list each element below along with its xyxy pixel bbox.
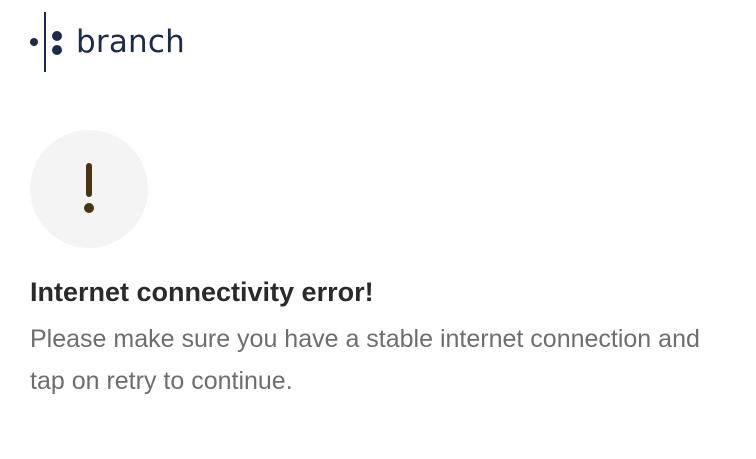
branch-logo-icon (30, 12, 70, 72)
brand-name: branch (76, 23, 185, 60)
error-message: Please make sure you have a stable inter… (30, 325, 700, 395)
brand-logo: branch (30, 12, 185, 72)
error-title: Internet connectivity error! (30, 277, 374, 307)
alert-badge (30, 130, 148, 248)
